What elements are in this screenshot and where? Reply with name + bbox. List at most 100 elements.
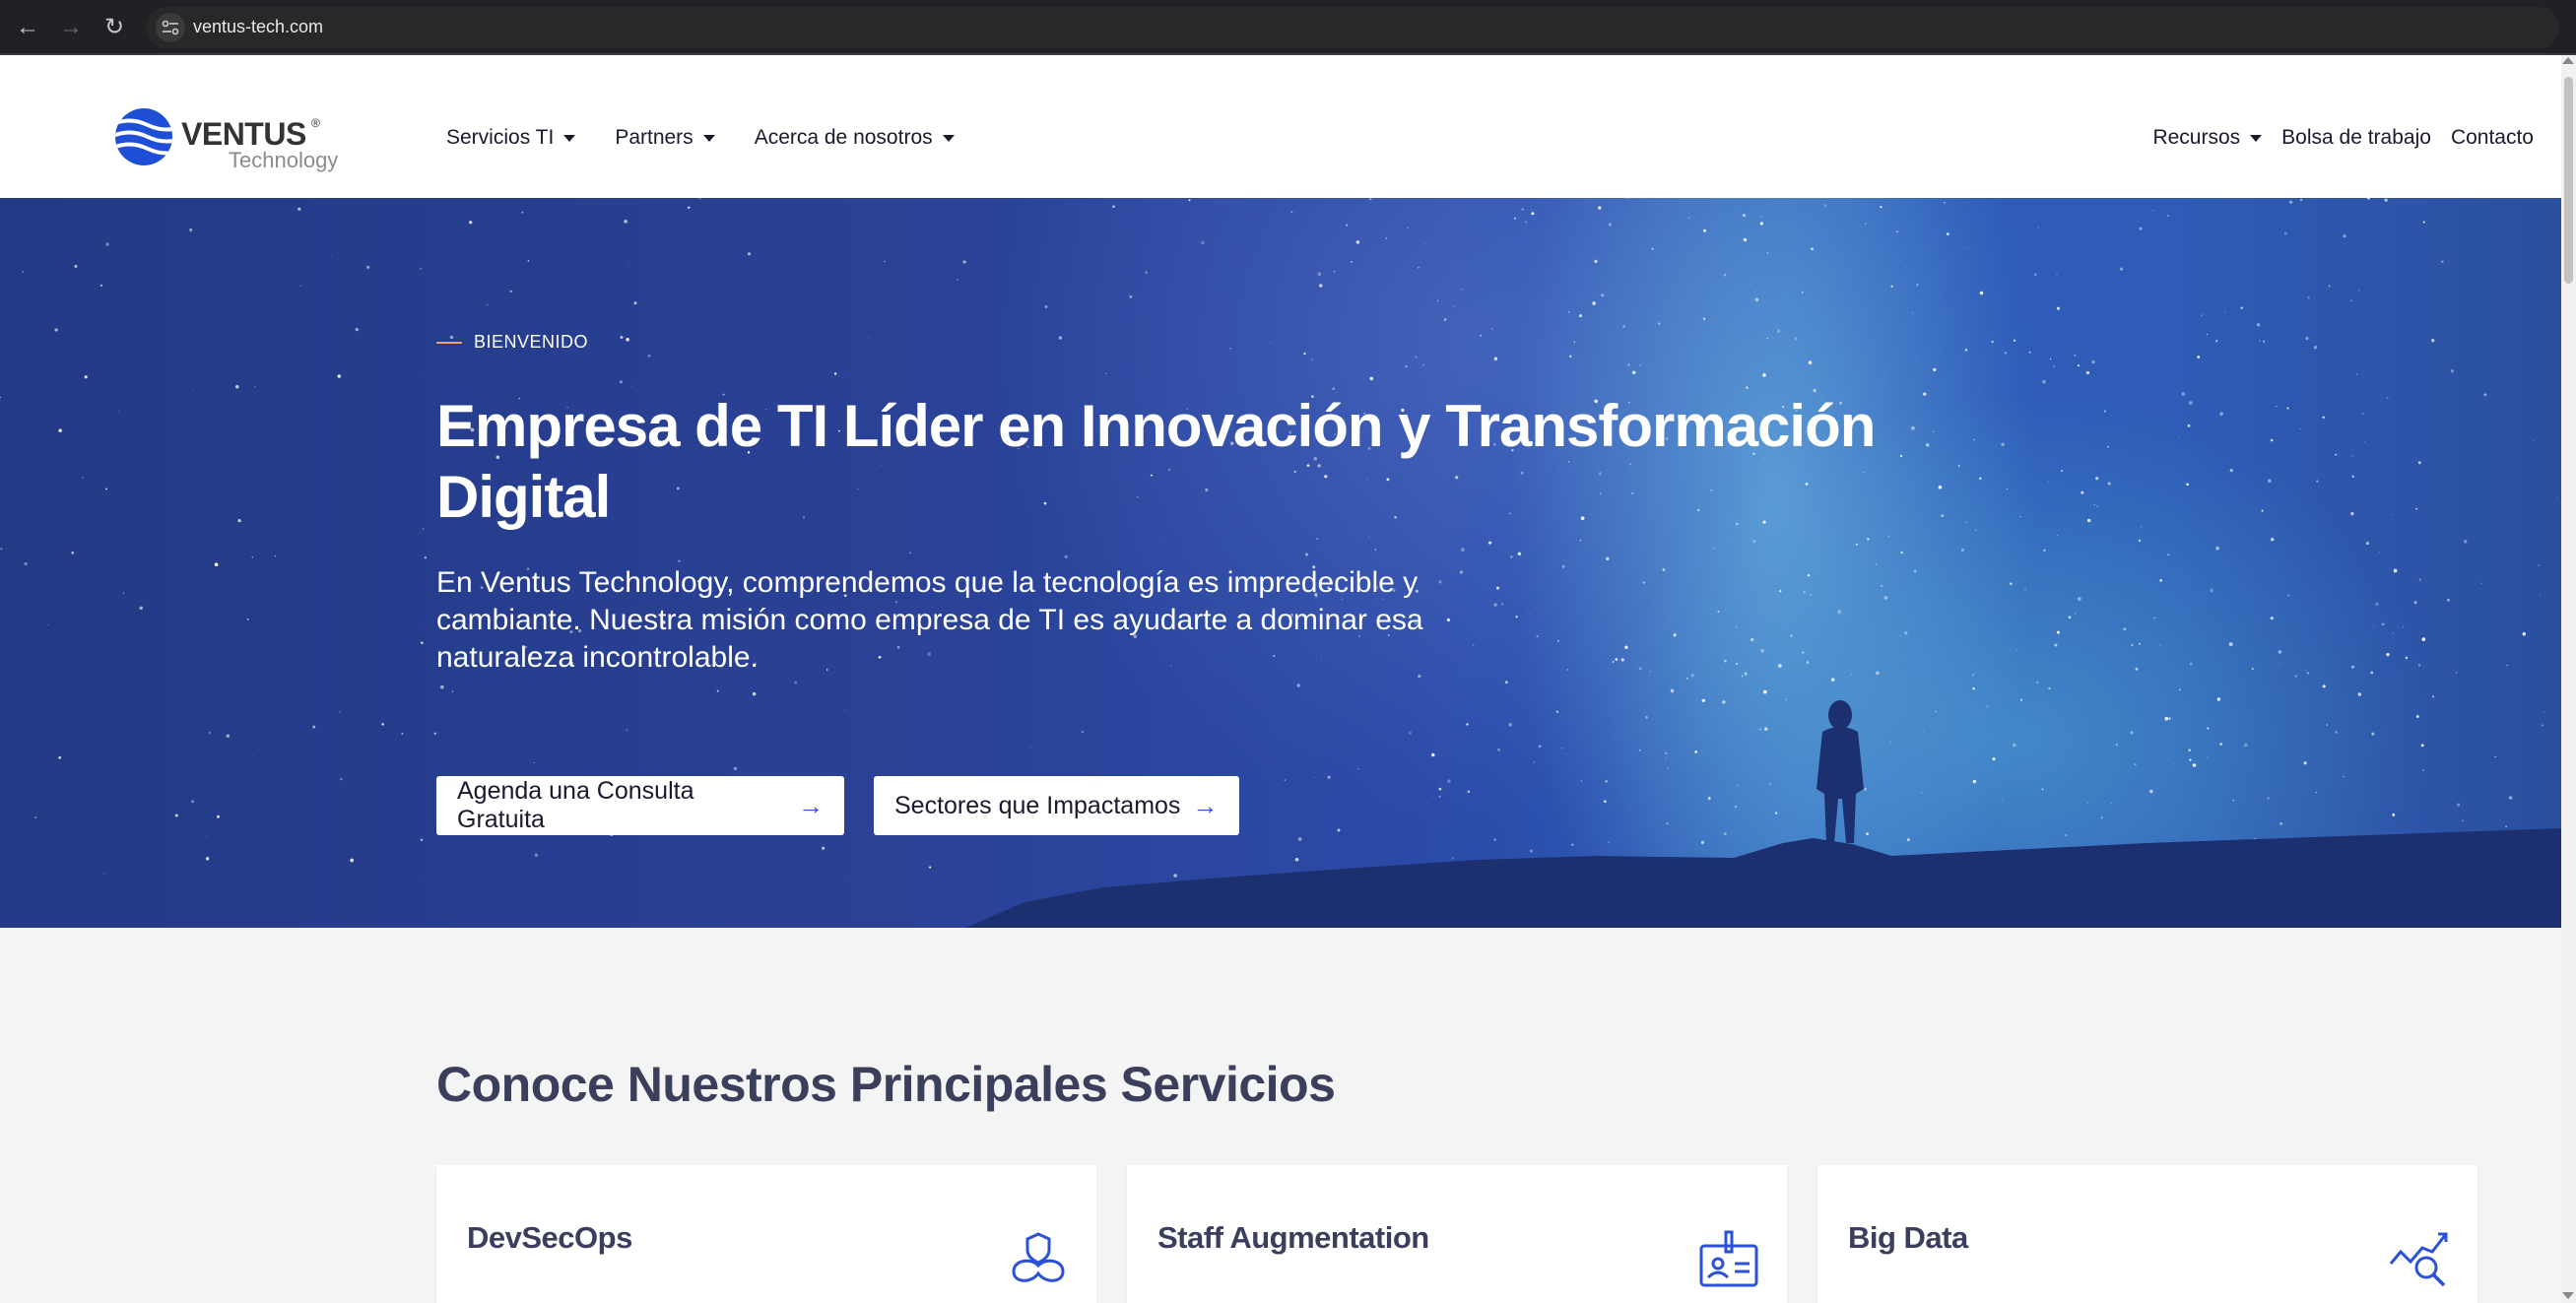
star-dot	[74, 264, 78, 268]
star-dot	[1735, 662, 1739, 666]
star-dot	[1752, 540, 1756, 544]
star-dot	[2115, 744, 2118, 747]
star-dot	[1608, 296, 1610, 297]
star-dot	[2422, 221, 2425, 224]
star-dot	[1965, 521, 1967, 523]
scroll-thumb[interactable]	[2564, 77, 2573, 284]
star-dot	[1778, 664, 1782, 668]
star-dot	[2538, 564, 2540, 566]
star-dot	[2256, 323, 2261, 327]
page-scrollbar[interactable]	[2561, 55, 2576, 1303]
star-dot	[1762, 689, 1767, 694]
star-dot	[1284, 779, 1287, 782]
hill-silhouette	[965, 828, 2561, 928]
star-dot	[451, 690, 453, 692]
star-dot	[2358, 289, 2360, 292]
star-dot	[1923, 731, 1925, 733]
star-dot	[1515, 616, 1518, 619]
nav-acerca-de-nosotros[interactable]: Acerca de nosotros	[755, 126, 955, 150]
service-card-staff-augmentation[interactable]: Staff Augmentation	[1127, 1165, 1787, 1303]
star-dot	[1875, 563, 1878, 565]
star-dot	[1631, 370, 1636, 375]
star-dot	[1943, 201, 1947, 204]
star-dot	[1766, 251, 1769, 254]
star-dot	[2093, 793, 2095, 795]
site-info-icon[interactable]	[156, 13, 185, 42]
star-dot	[2267, 479, 2272, 484]
star-dot	[24, 561, 28, 566]
star-dot	[2037, 227, 2039, 228]
star-dot	[1900, 551, 1903, 554]
star-dot	[1311, 358, 1313, 360]
nav-partners[interactable]: Partners	[615, 126, 715, 150]
star-dot	[1806, 661, 1810, 664]
address-bar[interactable]: ventus-tech.com	[146, 7, 2559, 48]
star-dot	[2315, 792, 2317, 794]
sectores-button[interactable]: Sectores que Impactamos →	[874, 776, 1239, 835]
star-dot	[174, 814, 178, 817]
nav-contacto[interactable]: Contacto	[2451, 126, 2534, 150]
nav-label: Partners	[615, 126, 694, 149]
star-dot	[2159, 579, 2162, 582]
star-dot	[1760, 649, 1764, 653]
service-card-devsecops[interactable]: DevSecOps	[436, 1165, 1096, 1303]
star-dot	[2307, 296, 2310, 299]
star-dot	[2456, 803, 2461, 807]
star-dot	[2283, 231, 2287, 235]
star-dot	[688, 206, 691, 209]
star-dot	[1670, 688, 1675, 693]
web-page: VENTUS ® Technology Servicios TI Partner…	[0, 55, 2561, 1303]
star-dot	[1887, 535, 1890, 538]
star-dot	[1808, 360, 1813, 364]
star-dot	[2313, 346, 2318, 350]
star-dot	[2322, 684, 2326, 688]
star-dot	[1830, 678, 1835, 682]
scroll-up-icon[interactable]	[2562, 57, 2574, 64]
star-dot	[103, 873, 105, 876]
nav-bolsa-de-trabajo[interactable]: Bolsa de trabajo	[2281, 126, 2431, 150]
star-dot	[1811, 247, 1814, 251]
star-dot	[1606, 556, 1610, 561]
nav-label: Recursos	[2152, 126, 2241, 149]
star-dot	[1666, 767, 1669, 769]
star-dot	[1188, 199, 1191, 202]
ventus-logo[interactable]: VENTUS ® Technology	[114, 108, 351, 177]
reload-icon[interactable]: ↻	[99, 12, 130, 43]
scroll-down-icon[interactable]	[2562, 1292, 2574, 1299]
star-dot	[2096, 505, 2098, 507]
star-dot	[2235, 499, 2237, 500]
star-dot	[1768, 783, 1771, 786]
chart-search-icon	[2389, 1232, 2448, 1287]
star-dot	[1112, 205, 1115, 208]
star-dot	[420, 641, 424, 645]
star-dot	[2056, 535, 2059, 537]
star-dot	[1374, 549, 1377, 551]
star-dot	[226, 734, 230, 738]
star-dot	[624, 220, 627, 224]
star-dot	[469, 221, 473, 225]
nav-servicios-ti[interactable]: Servicios TI	[446, 126, 576, 150]
starry-sky-background	[0, 198, 2561, 928]
back-arrow-icon[interactable]: ←	[12, 12, 43, 43]
star-dot	[1825, 598, 1827, 600]
star-dot	[2431, 695, 2435, 698]
star-dot	[1417, 539, 1418, 540]
star-dot	[312, 725, 316, 729]
star-dot	[2270, 616, 2274, 620]
nav-recursos[interactable]: Recursos	[2152, 126, 2263, 150]
agenda-consulta-button[interactable]: Agenda una Consulta Gratuita →	[436, 776, 844, 835]
star-dot	[2131, 644, 2134, 646]
star-dot	[1627, 363, 1630, 366]
star-dot	[2452, 415, 2454, 417]
url-text[interactable]: ventus-tech.com	[193, 17, 323, 37]
star-dot	[1735, 625, 1738, 628]
star-dot	[2450, 369, 2455, 373]
star-dot	[1622, 325, 1626, 328]
shield-infinity-icon	[1012, 1232, 1065, 1282]
star-dot	[1744, 672, 1748, 676]
star-dot	[1557, 640, 1559, 642]
star-dot	[1436, 300, 1439, 302]
service-card-big-data[interactable]: Big Data	[1817, 1165, 2477, 1303]
star-dot	[1960, 548, 1965, 553]
forward-arrow-icon[interactable]: →	[55, 12, 87, 43]
